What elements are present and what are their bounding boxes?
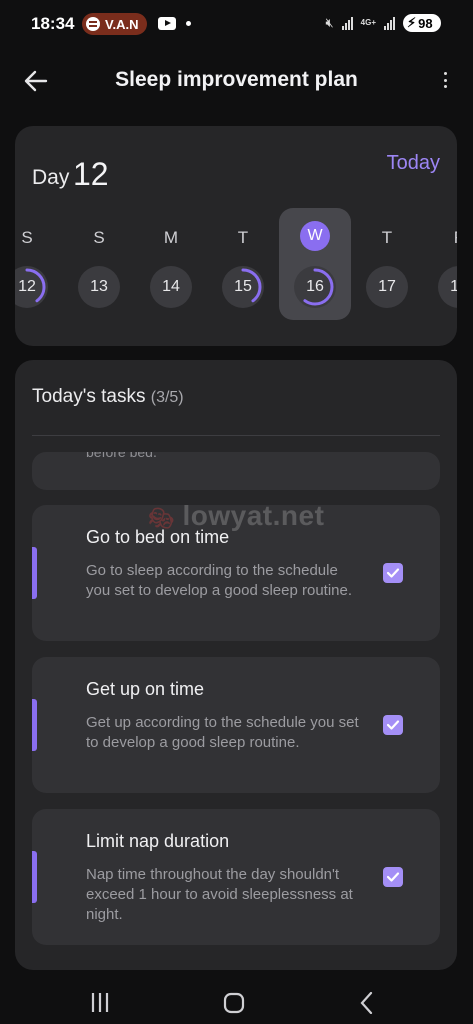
date-number: 18 xyxy=(450,278,457,295)
spotify-label: V.A.N xyxy=(105,16,139,32)
battery-charging-icon: ⚡︎ xyxy=(407,15,417,30)
system-nav-bar xyxy=(0,970,473,1024)
task-title: Get up on time xyxy=(86,679,205,699)
tasks-card: Today's tasks (3/5) before bed. Go to be… xyxy=(15,360,457,970)
chevron-left-icon xyxy=(360,991,373,1015)
day-17[interactable]: T 17 xyxy=(351,208,423,320)
task-desc: Go to sleep according to the schedule yo… xyxy=(86,562,353,599)
date-number: 16 xyxy=(306,278,324,295)
day-14[interactable]: M 14 xyxy=(135,208,207,320)
date-circle: 13 xyxy=(78,266,120,308)
notification-dot-icon xyxy=(186,21,191,26)
task-desc: Nap time throughout the day shouldn't ex… xyxy=(86,866,353,923)
date-number: 15 xyxy=(234,278,252,295)
date-number: 17 xyxy=(378,278,396,295)
task-card-partial[interactable]: before bed. xyxy=(32,452,440,490)
day-of-week-label: S xyxy=(21,228,33,247)
watermark-logo-icon: 🎭︎ xyxy=(148,508,175,530)
divider xyxy=(32,435,440,436)
today-button[interactable]: Today xyxy=(387,152,440,175)
watermark: 🎭︎ lowyat.net xyxy=(0,500,473,532)
calendar-card: Day 12 Today S 12 S 13 M 14 T 15 W 16 T 17 F 18 xyxy=(15,126,457,346)
home-button[interactable] xyxy=(214,980,254,1014)
day-16[interactable]: W 16 xyxy=(279,208,351,320)
status-time: 18:34 xyxy=(31,14,75,33)
date-circle: 16 xyxy=(294,266,336,308)
day-of-week-label: T xyxy=(381,228,393,247)
day-13[interactable]: S 13 xyxy=(63,208,135,320)
page-title: Sleep improvement plan xyxy=(115,68,358,91)
date-circle: 15 xyxy=(222,266,264,308)
day-number: 12 xyxy=(73,156,109,192)
checkmark-icon xyxy=(386,720,400,730)
task-card[interactable]: Get up on time Get up according to the sc… xyxy=(32,657,440,793)
task-checkbox[interactable] xyxy=(383,867,403,887)
day-of-week-label: T xyxy=(237,228,249,247)
day-of-week-label: M xyxy=(163,228,179,247)
battery-level: 98 xyxy=(418,15,433,31)
more-dot-icon xyxy=(443,85,447,88)
date-number: 14 xyxy=(162,278,180,295)
spotify-icon xyxy=(86,17,100,31)
task-checkbox[interactable] xyxy=(383,715,403,735)
task-checkbox[interactable] xyxy=(383,563,403,583)
status-bar: 18:34 V.A.N 🔇︎ 4G+ ⚡︎ 98 xyxy=(0,0,473,50)
system-icons: 🔇︎ 4G+ ⚡︎ 98 xyxy=(325,14,441,32)
signal-icon xyxy=(341,16,353,30)
date-circle: 17 xyxy=(366,266,408,308)
date-circle: 12 xyxy=(15,266,48,308)
back-nav-button[interactable] xyxy=(346,980,386,1015)
day-of-week-label: F xyxy=(423,228,457,248)
task-card[interactable]: Limit nap duration Nap time throughout th… xyxy=(32,809,440,945)
mute-icon: 🔇︎ xyxy=(325,15,334,30)
day-of-week-label: W xyxy=(300,221,330,251)
spotify-now-playing-chip[interactable]: V.A.N xyxy=(82,13,148,35)
network-type: 4G+ xyxy=(360,18,376,27)
more-dot-icon xyxy=(443,72,447,75)
home-icon xyxy=(223,992,245,1014)
more-dot-icon xyxy=(443,78,447,82)
recent-apps-button[interactable] xyxy=(80,980,120,1014)
watermark-text: lowyat.net xyxy=(182,500,325,531)
task-accent-bar xyxy=(32,851,37,903)
battery-indicator: ⚡︎ 98 xyxy=(403,14,441,32)
day-of-week-label: S xyxy=(93,228,105,247)
recent-apps-icon xyxy=(91,993,109,1012)
day-12[interactable]: S 12 xyxy=(15,208,63,320)
tasks-count: (3/5) xyxy=(150,389,184,406)
week-day-strip: S 12 S 13 M 14 T 15 W 16 T 17 F 18 xyxy=(15,208,457,323)
tasks-title-text: Today's tasks xyxy=(32,386,146,407)
task-title: Limit nap duration xyxy=(86,831,230,851)
youtube-icon xyxy=(158,17,176,30)
date-circle: 14 xyxy=(150,266,192,308)
day-label: Day xyxy=(32,166,70,189)
date-number: 12 xyxy=(18,278,36,295)
date-circle: 18 xyxy=(438,266,457,308)
task-accent-bar xyxy=(32,547,37,599)
date-number: 13 xyxy=(90,278,108,295)
checkmark-icon xyxy=(386,568,400,578)
task-accent-bar xyxy=(32,699,37,751)
day-15[interactable]: T 15 xyxy=(207,208,279,320)
task-desc: before bed. xyxy=(86,452,157,460)
day-18[interactable]: F 18 xyxy=(423,208,457,320)
checkmark-icon xyxy=(386,872,400,882)
tasks-title: Today's tasks (3/5) xyxy=(32,386,184,408)
signal-icon-2 xyxy=(384,16,395,30)
more-options-button[interactable] xyxy=(441,70,449,90)
task-desc: Get up according to the schedule you set… xyxy=(86,714,359,751)
